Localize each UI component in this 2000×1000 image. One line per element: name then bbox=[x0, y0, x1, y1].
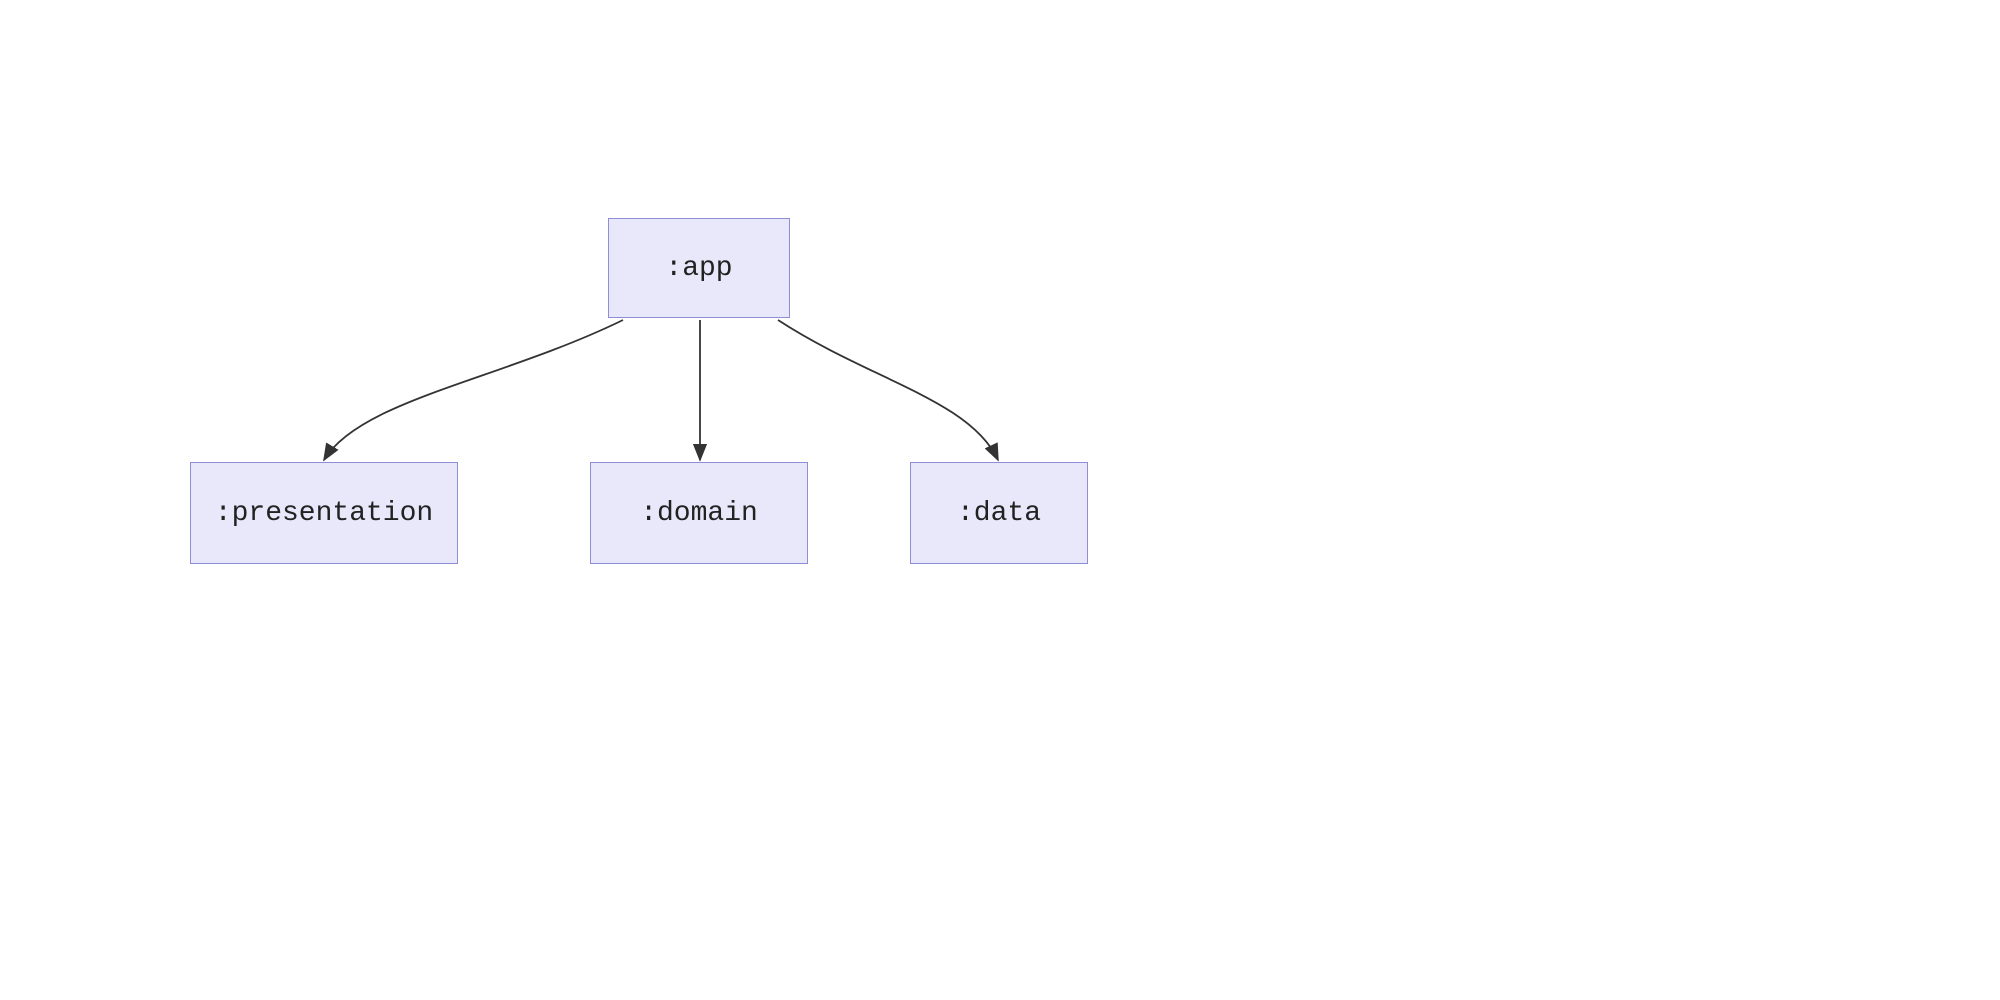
edge-app-presentation bbox=[324, 320, 623, 460]
node-data: :data bbox=[910, 462, 1088, 564]
node-app-label: :app bbox=[665, 253, 732, 284]
node-data-label: :data bbox=[957, 498, 1041, 529]
node-app: :app bbox=[608, 218, 790, 318]
node-presentation-label: :presentation bbox=[215, 498, 433, 529]
node-presentation: :presentation bbox=[190, 462, 458, 564]
edge-app-data bbox=[778, 320, 998, 460]
node-domain: :domain bbox=[590, 462, 808, 564]
node-domain-label: :domain bbox=[640, 498, 758, 529]
